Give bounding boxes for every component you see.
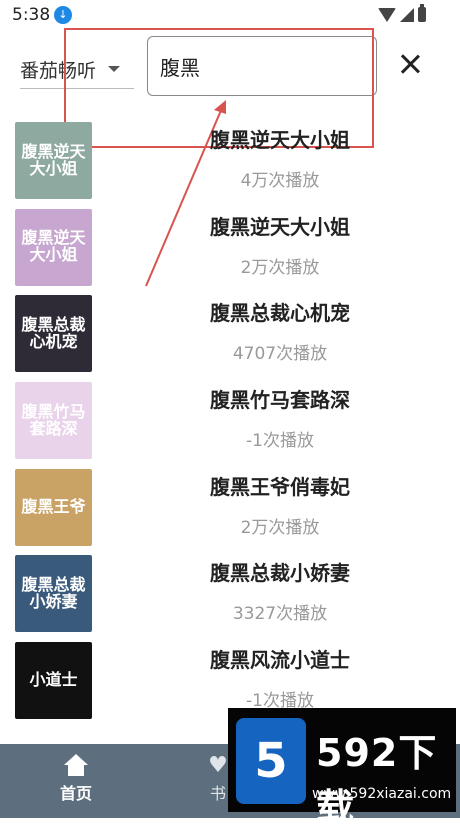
item-title: 腹黑总裁小娇妻	[210, 561, 350, 586]
list-item[interactable]: 腹黑总裁心机宠 腹黑总裁心机宠 4707次播放	[0, 291, 460, 378]
nav-home-label: 首页	[59, 784, 92, 803]
item-title: 腹黑总裁心机宠	[210, 301, 350, 326]
play-count: 3327次播放	[232, 604, 328, 625]
play-count: 2万次播放	[240, 517, 320, 538]
item-title: 腹黑逆天大小姐	[210, 214, 350, 239]
result-list: 腹黑逆天大小姐 腹黑逆天大小姐 4万次播放 腹黑逆天大小姐 腹黑逆天大小姐 2万次播放 腹黑…	[0, 118, 460, 725]
cover-image: 腹黑逆天大小姐	[15, 208, 92, 286]
cover-image: 腹黑总裁心机宠	[15, 295, 92, 373]
list-item[interactable]: 腹黑竹马套路深 腹黑竹马套路深 -1次播放	[0, 378, 460, 465]
cover-image: 小道士	[15, 642, 92, 720]
item-title: 腹黑竹马套路深	[210, 388, 350, 413]
list-item[interactable]: 腹黑逆天大小姐 腹黑逆天大小姐 4万次播放	[0, 118, 460, 205]
watermark-brand: 592下载	[316, 731, 438, 830]
cover-image: 腹黑总裁小娇妻	[15, 555, 92, 633]
nav-home[interactable]: 首页	[46, 754, 106, 804]
watermark-url: www.592xiazai.com	[312, 786, 452, 802]
item-title: 腹黑逆天大小姐	[210, 128, 350, 152]
item-title: 腹黑王爷俏毒妃	[210, 474, 350, 499]
nav-shelf-label: 书	[209, 784, 226, 803]
play-count: 2万次播放	[240, 257, 320, 278]
cover-image: 腹黑王爷	[15, 468, 92, 546]
list-item[interactable]: 腹黑总裁小娇妻 腹黑总裁小娇妻 3327次播放	[0, 551, 460, 638]
watermark-logo: 5	[236, 718, 306, 804]
play-count: -1次播放	[246, 431, 314, 452]
play-count: 4707次播放	[232, 344, 328, 365]
cover-image: 腹黑逆天大小姐	[15, 122, 92, 199]
list-item[interactable]: 腹黑王爷 腹黑王爷俏毒妃 2万次播放	[0, 465, 460, 552]
cover-image: 腹黑竹马套路深	[15, 382, 92, 460]
watermark: 5 592下载 www.592xiazai.com	[228, 708, 456, 830]
list-item[interactable]: 腹黑逆天大小姐 腹黑逆天大小姐 2万次播放	[0, 205, 460, 292]
home-icon	[64, 754, 88, 776]
play-count: 4万次播放	[240, 171, 320, 191]
item-title: 腹黑风流小道士	[210, 648, 350, 673]
